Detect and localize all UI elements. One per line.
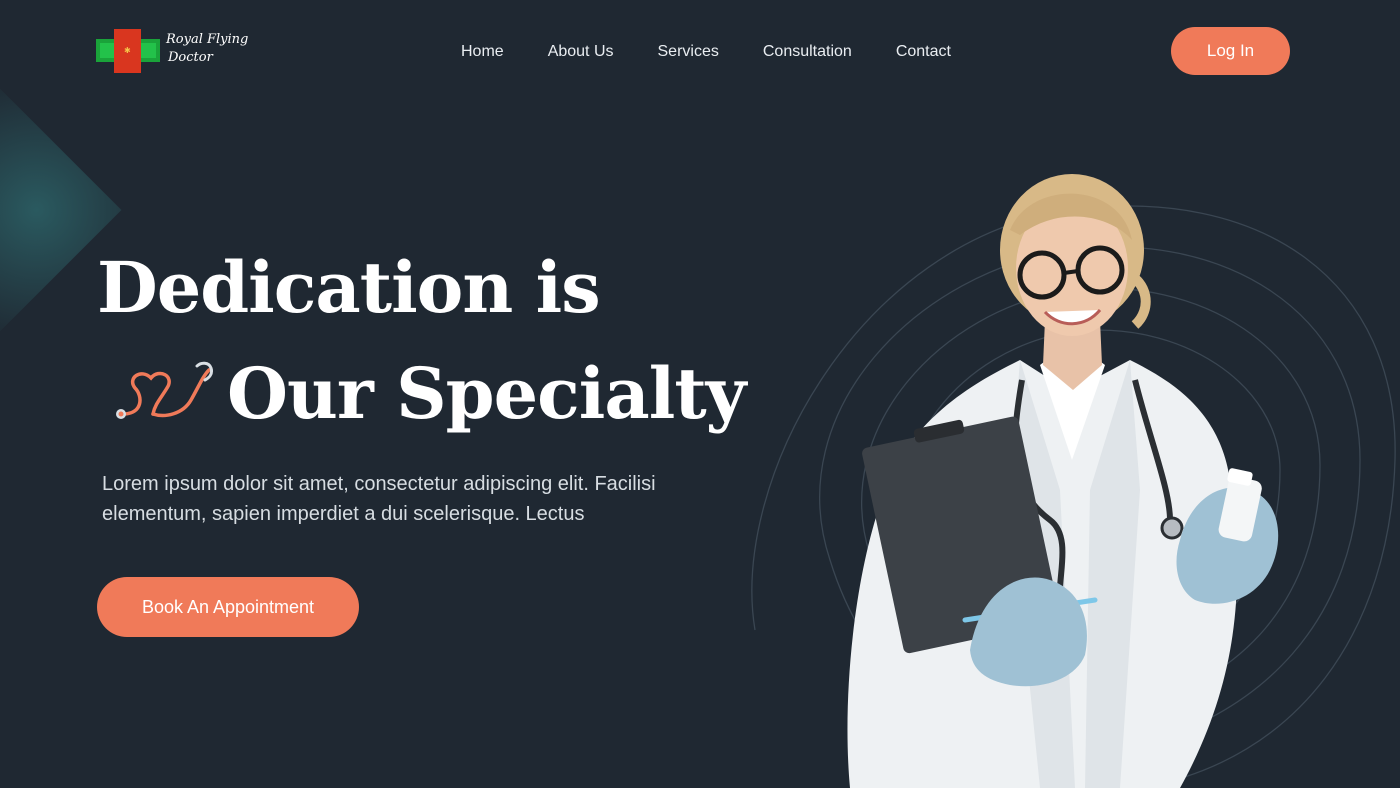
nav-services[interactable]: Services — [658, 40, 719, 64]
brand-name: Royal Flying Doctor — [166, 31, 266, 67]
nav-consultation[interactable]: Consultation — [763, 40, 852, 64]
site-header: ✱ Royal Flying Doctor Home About Us Serv… — [0, 0, 1400, 104]
doctor-hero-image — [751, 174, 1396, 788]
brand-logo[interactable]: ✱ Royal Flying Doctor — [96, 29, 266, 75]
nav-contact[interactable]: Contact — [896, 40, 951, 64]
hero-title-line1: Dedication is — [97, 246, 601, 329]
hero-title-line2: Our Specialty — [227, 352, 746, 435]
brand-name-line2: Doctor — [168, 50, 213, 65]
hero-title: Dedication is Our Specialty — [97, 246, 746, 432]
hero-description: Lorem ipsum dolor sit amet, consectetur … — [102, 473, 656, 525]
book-appointment-button[interactable]: Book An Appointment — [97, 577, 359, 637]
hero-title-line2-wrap: Our Specialty — [97, 356, 746, 432]
brand-name-line1: Royal Flying — [166, 32, 249, 47]
main-nav: Home About Us Services Consultation Cont… — [461, 40, 951, 64]
medical-cross-logo-icon: ✱ — [96, 29, 160, 73]
stethoscope-heart-icon — [116, 361, 213, 419]
login-button[interactable]: Log In — [1171, 27, 1290, 75]
nav-about-us[interactable]: About Us — [548, 40, 614, 64]
nav-home[interactable]: Home — [461, 40, 504, 64]
